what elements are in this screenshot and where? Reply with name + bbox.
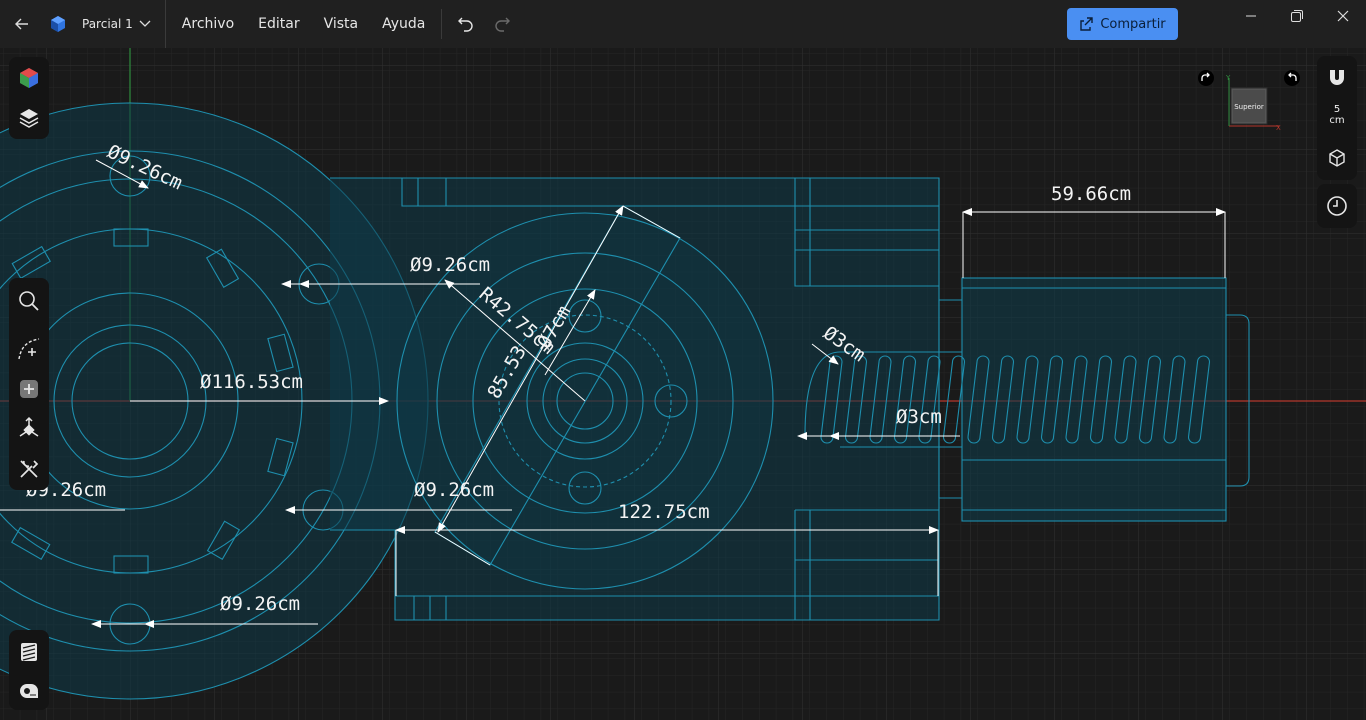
share-label: Compartir (1100, 16, 1166, 32)
wrench-screwdriver-icon (20, 460, 39, 478)
menu-archivo[interactable]: Archivo (170, 0, 246, 48)
menu-ayuda[interactable]: Ayuda (370, 0, 437, 48)
arrow-left-icon (15, 18, 28, 30)
grid-size-indicator[interactable]: 5 cm (1319, 104, 1355, 126)
tape-measure-icon (20, 684, 38, 698)
undo-button[interactable] (448, 0, 484, 48)
divider (441, 9, 443, 39)
axis-y-label: Y (1225, 74, 1231, 82)
menu-vista[interactable]: Vista (312, 0, 371, 48)
material-button[interactable] (11, 634, 47, 670)
chevron-down-icon (139, 20, 151, 27)
transform-button[interactable] (11, 410, 47, 446)
dimension-label[interactable]: Ø9.26cm (414, 479, 494, 501)
history-button[interactable] (1319, 188, 1355, 224)
redo-icon (495, 17, 511, 32)
close-button[interactable] (1320, 0, 1366, 32)
rotate-left-button[interactable] (1284, 70, 1300, 86)
magnet-icon (1330, 70, 1344, 85)
snap-magnet-button[interactable] (1319, 60, 1355, 96)
dimension-label[interactable]: Ø9.26cm (410, 254, 490, 276)
measure-button[interactable] (11, 673, 47, 709)
dimension-label[interactable]: Ø116.53cm (200, 371, 303, 393)
add-box-icon (20, 380, 38, 398)
sketch-tool-button[interactable] (11, 331, 47, 367)
search-button[interactable] (11, 283, 47, 319)
grid-size-value: 5 (1333, 104, 1341, 115)
dimension-label[interactable]: 59.66cm (1051, 183, 1131, 205)
dimension-label[interactable]: 122.75cm (618, 501, 710, 523)
app-logo-icon (44, 0, 72, 48)
material-stack-icon (21, 643, 37, 661)
tools-button[interactable] (11, 451, 47, 487)
undo-icon (458, 17, 474, 32)
add-shape-button[interactable] (11, 371, 47, 407)
cube-face-label: Superior (1234, 103, 1264, 111)
menu-editar[interactable]: Editar (246, 0, 311, 48)
dimension-label[interactable]: Ø3cm (896, 406, 942, 428)
back-button[interactable] (0, 0, 44, 48)
layers-icon (19, 109, 39, 128)
minimize-button[interactable] (1228, 0, 1274, 32)
curve-add-icon (18, 338, 40, 360)
grid-size-unit: cm (1329, 115, 1345, 126)
layers-button[interactable] (11, 100, 47, 136)
menu-bar: Archivo Editar Vista Ayuda (166, 0, 438, 48)
restore-button[interactable] (1274, 0, 1320, 32)
cube-view-icon (1329, 149, 1345, 167)
palette-cube-icon (20, 68, 38, 88)
minimize-icon (1246, 15, 1256, 17)
transform-axes-icon (19, 416, 39, 437)
share-button[interactable]: Compartir (1067, 8, 1178, 40)
rotate-right-button[interactable] (1198, 70, 1214, 86)
sketch-drawing: Ø9.26cm Ø9.26cm R42.75cm Ø7cm 85.53 Ø116… (0, 48, 1366, 720)
document-name: Parcial 1 (82, 17, 133, 31)
restore-icon (1291, 10, 1303, 22)
clock-icon (1327, 196, 1347, 216)
share-icon (1080, 17, 1094, 31)
dimension-label[interactable]: Ø9.26cm (220, 593, 300, 615)
document-title-dropdown[interactable]: Parcial 1 (82, 0, 166, 48)
view-mode-button[interactable] (1319, 140, 1355, 176)
close-icon (1337, 10, 1349, 22)
color-palette-button[interactable] (11, 60, 47, 96)
title-bar: Parcial 1 Archivo Editar Vista Ayuda Com… (0, 0, 1366, 48)
redo-button[interactable] (484, 0, 520, 48)
axis-x-label: X (1276, 124, 1281, 132)
sketch-canvas[interactable]: Ø9.26cm Ø9.26cm R42.75cm Ø7cm 85.53 Ø116… (0, 48, 1366, 720)
search-icon (19, 291, 39, 311)
